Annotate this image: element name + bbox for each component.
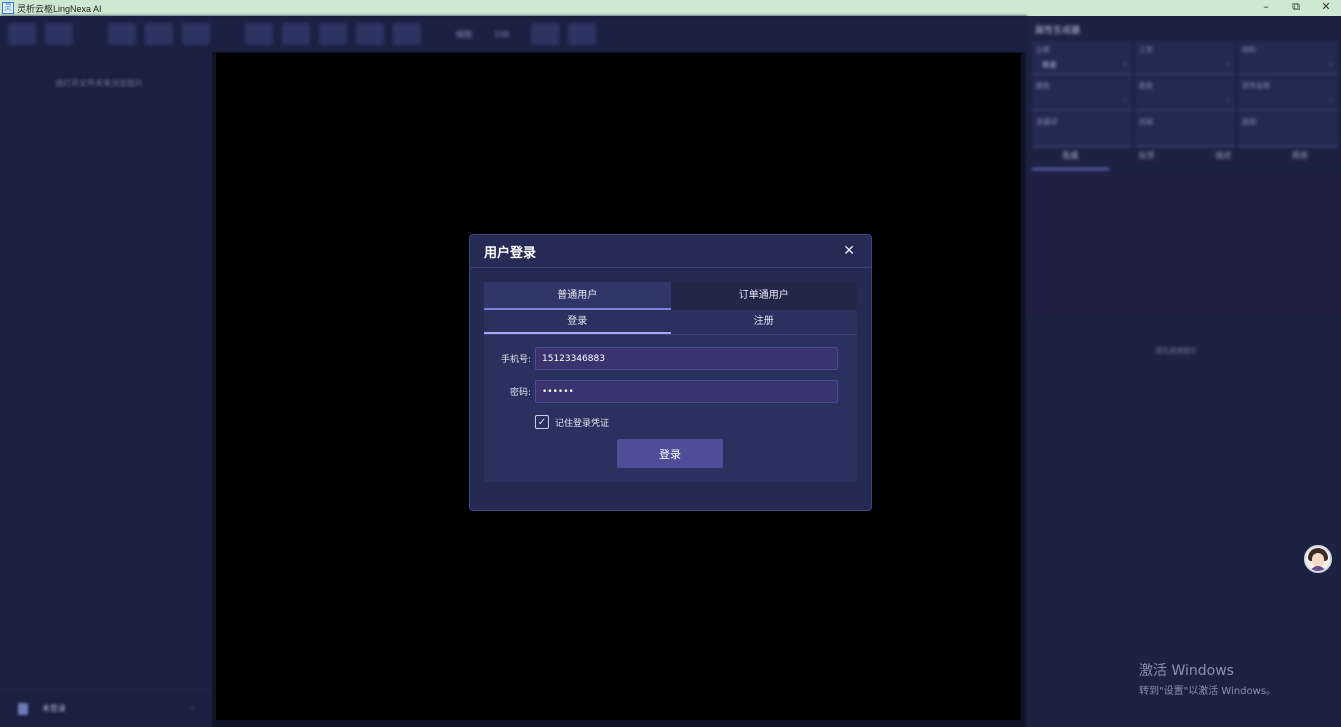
import-icon[interactable] [145,23,173,45]
tab-order-user[interactable]: 订单通用户 [671,282,858,310]
dialog-body: 普通用户 订单通用户 登录 注册 手机号: 密码: ✓ 记住登录凭证 登录 [484,282,857,482]
watermark-subtitle: 转到"设置"以激活 Windows。 [1139,686,1277,697]
chevron-down-icon: ⌄ [1328,59,1334,67]
minimize-icon[interactable]: – [1251,0,1281,16]
tab-generate[interactable]: 生成 [1032,150,1109,170]
window-title: 灵析云枢LingNexa AI [17,3,102,14]
close-icon[interactable]: ✕ [843,243,855,259]
fullscreen-icon[interactable] [568,23,597,45]
field-other[interactable]: 其他 [1238,113,1338,147]
window-close-icon[interactable]: ✕ [1311,0,1341,16]
refresh-icon[interactable] [393,23,421,45]
sidebar-empty-hint: 请打开文件夹来浏览图片 [55,79,143,88]
home-icon[interactable] [45,23,73,45]
field-keywords[interactable]: 关键词 [1032,113,1132,147]
toolbar: 缩放 100 [0,16,1027,52]
delete-icon[interactable] [182,23,210,45]
tab-other[interactable]: 其他 [1262,150,1339,170]
user-status-label: 未登录 [42,704,66,713]
field-category[interactable]: 分类 普通 ⌄ [1032,41,1132,75]
remember-label: 记住登录凭证 [555,418,610,429]
password-input[interactable] [535,380,838,403]
watermark-title: 激活 Windows [1139,663,1234,679]
sidebar: 请打开文件夹来浏览图片 未登录 › [0,16,212,727]
tab-description[interactable]: 描述 [1185,150,1262,170]
auth-mode-tabs: 登录 注册 [484,310,857,335]
zoom-label: 缩放 [456,29,472,39]
settings-icon[interactable] [8,23,36,45]
phone-input[interactable] [535,347,838,370]
chevron-down-icon: ⌄ [1225,95,1231,103]
user-icon [18,702,28,715]
field-color[interactable]: 颜色 ⌄ [1032,77,1132,111]
chevron-right-icon: › [190,703,194,714]
windows-activation-watermark: 激活 Windows 转到"设置"以激活 Windows。 [1139,660,1276,697]
dialog-title: 用户登录 [484,245,537,261]
panel-tabs: 生成 标签 描述 其他 [1032,150,1338,170]
chevron-down-icon: ⌄ [1225,59,1231,67]
crop-icon[interactable] [531,23,560,45]
login-button[interactable]: 登录 [617,439,723,468]
zoom-in-icon[interactable] [319,23,347,45]
field-material[interactable]: 材料 ⌄ [1238,41,1338,75]
tab-login[interactable]: 登录 [484,310,671,334]
assistant-avatar-icon[interactable] [1304,545,1332,573]
panel-content-area [1027,170,1341,315]
zoom-out-icon[interactable] [356,23,384,45]
chevron-down-icon: ⌄ [1328,95,1334,103]
remember-credentials[interactable]: ✓ 记住登录凭证 [535,415,609,429]
field-style[interactable]: 风格 [1135,113,1235,147]
phone-row: 手机号: [484,347,838,370]
restore-icon[interactable]: ⧉ [1281,0,1311,16]
user-status-bar[interactable]: 未登录 › [0,689,212,727]
window-controls: – ⧉ ✕ [1251,0,1341,16]
chevron-down-icon: ⌄ [1122,59,1128,67]
field-style-type[interactable]: 款型 ⌄ [1135,77,1235,111]
password-label: 密码: [509,388,531,398]
open-folder-icon[interactable] [108,23,136,45]
user-type-tabs: 普通用户 订单通用户 [484,282,857,310]
window-titlebar: 灵 灵析云枢LingNexa AI – ⧉ ✕ [0,0,1341,16]
phone-label: 手机号: [500,355,531,365]
login-dialog: 用户登录 ✕ 普通用户 订单通用户 登录 注册 手机号: 密码: ✓ 记住登录凭… [469,234,872,511]
tab-register[interactable]: 注册 [671,310,858,334]
panel-empty-hint: 请先选择图片 [1155,347,1197,355]
dialog-header: 用户登录 ✕ [470,235,871,268]
grid-icon[interactable] [245,23,273,45]
properties-panel: 属性生成器 分类 普通 ⌄ 工艺 ⌄ 材料 ⌄ 颜色 ⌄ 款型 ⌄ 货号名称 ⌄… [1027,16,1341,727]
fit-icon[interactable] [282,23,310,45]
remember-checkbox[interactable]: ✓ [535,415,549,429]
password-row: 密码: [484,380,838,403]
chevron-down-icon: ⌄ [1122,95,1128,103]
field-item-name[interactable]: 货号名称 ⌄ [1238,77,1338,111]
tab-regular-user[interactable]: 普通用户 [484,282,671,310]
app-logo-icon: 灵 [2,2,14,14]
panel-title: 属性生成器 [1035,26,1081,36]
tab-tags[interactable]: 标签 [1109,150,1186,170]
zoom-value[interactable]: 100 [494,30,509,39]
field-craft[interactable]: 工艺 ⌄ [1135,41,1235,75]
